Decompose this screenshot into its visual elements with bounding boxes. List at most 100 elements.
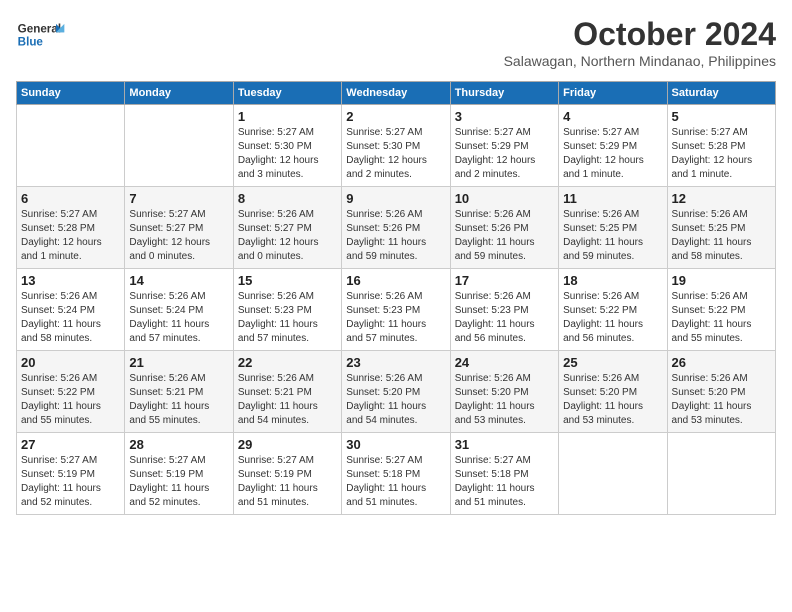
week-row-2: 13Sunrise: 5:26 AM Sunset: 5:24 PM Dayli…: [17, 269, 776, 351]
day-info: Sunrise: 5:26 AM Sunset: 5:26 PM Dayligh…: [455, 208, 554, 264]
day-number: 8: [238, 191, 337, 206]
calendar-cell: 20 Sunrise: 5:26 AM Sunset: 5:22 PM Dayli…: [17, 351, 125, 433]
day-number: 9: [346, 191, 445, 206]
day-number: 28: [129, 437, 228, 452]
calendar-cell: [17, 105, 125, 187]
weekday-header-tuesday: Tuesday: [233, 82, 341, 105]
calendar-cell: [559, 433, 667, 515]
calendar-cell: 10 Sunrise: 5:26 AM Sunset: 5:26 PM Dayli…: [450, 187, 558, 269]
week-row-0: 1 Sunrise: 5:27 AM Sunset: 5:30 PM Daylig…: [17, 105, 776, 187]
svg-text:General: General: [18, 22, 61, 35]
day-number: 12: [672, 191, 771, 206]
calendar-cell: 14 Sunrise: 5:26 AM Sunset: 5:24 PM Dayli…: [125, 269, 233, 351]
day-number: 20: [21, 355, 120, 370]
day-info: Sunrise: 5:27 AM Sunset: 5:30 PM Dayligh…: [238, 126, 337, 182]
day-info: Sunrise: 5:26 AM Sunset: 5:21 PM Dayligh…: [238, 372, 337, 428]
day-number: 6: [21, 191, 120, 206]
day-number: 22: [238, 355, 337, 370]
logo: General Blue: [16, 16, 66, 56]
weekday-header-friday: Friday: [559, 82, 667, 105]
calendar-cell: 26 Sunrise: 5:26 AM Sunset: 5:20 PM Dayli…: [667, 351, 775, 433]
day-info: Sunrise: 5:26 AM Sunset: 5:26 PM Dayligh…: [346, 208, 445, 264]
day-number: 31: [455, 437, 554, 452]
day-info: Sunrise: 5:27 AM Sunset: 5:19 PM Dayligh…: [238, 454, 337, 510]
calendar-cell: 29 Sunrise: 5:27 AM Sunset: 5:19 PM Dayli…: [233, 433, 341, 515]
day-number: 24: [455, 355, 554, 370]
day-number: 29: [238, 437, 337, 452]
calendar-cell: 5Sunrise: 5:27 AM Sunset: 5:28 PM Daylig…: [667, 105, 775, 187]
week-row-3: 20 Sunrise: 5:26 AM Sunset: 5:22 PM Dayli…: [17, 351, 776, 433]
day-number: 7: [129, 191, 228, 206]
day-info: Sunrise: 5:26 AM Sunset: 5:21 PM Dayligh…: [129, 372, 228, 428]
month-title: October 2024: [504, 16, 776, 53]
calendar-cell: 1 Sunrise: 5:27 AM Sunset: 5:30 PM Daylig…: [233, 105, 341, 187]
day-info: Sunrise: 5:26 AM Sunset: 5:20 PM Dayligh…: [563, 372, 662, 428]
weekday-header-saturday: Saturday: [667, 82, 775, 105]
day-number: 3: [455, 109, 554, 124]
title-area: October 2024 Salawagan, Northern Mindana…: [504, 16, 776, 69]
weekday-header-sunday: Sunday: [17, 82, 125, 105]
day-number: 14: [129, 273, 228, 288]
day-number: 17: [455, 273, 554, 288]
day-number: 25: [563, 355, 662, 370]
day-info: Sunrise: 5:26 AM Sunset: 5:23 PM Dayligh…: [455, 290, 554, 346]
day-number: 23: [346, 355, 445, 370]
day-number: 30: [346, 437, 445, 452]
day-info: Sunrise: 5:26 AM Sunset: 5:20 PM Dayligh…: [672, 372, 771, 428]
calendar-cell: 19Sunrise: 5:26 AM Sunset: 5:22 PM Dayli…: [667, 269, 775, 351]
calendar-cell: 12Sunrise: 5:26 AM Sunset: 5:25 PM Dayli…: [667, 187, 775, 269]
calendar-cell: 16Sunrise: 5:26 AM Sunset: 5:23 PM Dayli…: [342, 269, 450, 351]
calendar-cell: [667, 433, 775, 515]
day-number: 21: [129, 355, 228, 370]
day-number: 1: [238, 109, 337, 124]
week-row-4: 27 Sunrise: 5:27 AM Sunset: 5:19 PM Dayli…: [17, 433, 776, 515]
day-info: Sunrise: 5:27 AM Sunset: 5:28 PM Dayligh…: [672, 126, 771, 182]
logo-icon: General Blue: [16, 16, 66, 56]
day-info: Sunrise: 5:26 AM Sunset: 5:24 PM Dayligh…: [129, 290, 228, 346]
day-info: Sunrise: 5:26 AM Sunset: 5:25 PM Dayligh…: [563, 208, 662, 264]
svg-text:Blue: Blue: [18, 36, 44, 49]
day-info: Sunrise: 5:26 AM Sunset: 5:23 PM Dayligh…: [238, 290, 337, 346]
day-info: Sunrise: 5:27 AM Sunset: 5:29 PM Dayligh…: [563, 126, 662, 182]
calendar-cell: 24 Sunrise: 5:26 AM Sunset: 5:20 PM Dayli…: [450, 351, 558, 433]
day-number: 26: [672, 355, 771, 370]
day-info: Sunrise: 5:26 AM Sunset: 5:22 PM Dayligh…: [672, 290, 771, 346]
calendar-cell: 21 Sunrise: 5:26 AM Sunset: 5:21 PM Dayli…: [125, 351, 233, 433]
calendar-cell: 25 Sunrise: 5:26 AM Sunset: 5:20 PM Dayli…: [559, 351, 667, 433]
calendar-cell: 17 Sunrise: 5:26 AM Sunset: 5:23 PM Dayli…: [450, 269, 558, 351]
calendar-cell: 30 Sunrise: 5:27 AM Sunset: 5:18 PM Dayli…: [342, 433, 450, 515]
calendar-cell: 8 Sunrise: 5:26 AM Sunset: 5:27 PM Daylig…: [233, 187, 341, 269]
day-info: Sunrise: 5:27 AM Sunset: 5:19 PM Dayligh…: [21, 454, 120, 510]
day-info: Sunrise: 5:27 AM Sunset: 5:29 PM Dayligh…: [455, 126, 554, 182]
day-info: Sunrise: 5:27 AM Sunset: 5:28 PM Dayligh…: [21, 208, 120, 264]
calendar-table: SundayMondayTuesdayWednesdayThursdayFrid…: [16, 81, 776, 515]
calendar-cell: 31 Sunrise: 5:27 AM Sunset: 5:18 PM Dayli…: [450, 433, 558, 515]
day-info: Sunrise: 5:26 AM Sunset: 5:20 PM Dayligh…: [455, 372, 554, 428]
calendar-cell: 2Sunrise: 5:27 AM Sunset: 5:30 PM Daylig…: [342, 105, 450, 187]
day-info: Sunrise: 5:27 AM Sunset: 5:18 PM Dayligh…: [455, 454, 554, 510]
day-info: Sunrise: 5:27 AM Sunset: 5:18 PM Dayligh…: [346, 454, 445, 510]
week-row-1: 6 Sunrise: 5:27 AM Sunset: 5:28 PM Daylig…: [17, 187, 776, 269]
calendar-cell: 18Sunrise: 5:26 AM Sunset: 5:22 PM Dayli…: [559, 269, 667, 351]
day-info: Sunrise: 5:26 AM Sunset: 5:23 PM Dayligh…: [346, 290, 445, 346]
calendar-cell: 28 Sunrise: 5:27 AM Sunset: 5:19 PM Dayli…: [125, 433, 233, 515]
day-number: 27: [21, 437, 120, 452]
day-info: Sunrise: 5:27 AM Sunset: 5:19 PM Dayligh…: [129, 454, 228, 510]
weekday-header-row: SundayMondayTuesdayWednesdayThursdayFrid…: [17, 82, 776, 105]
day-number: 11: [563, 191, 662, 206]
day-number: 4: [563, 109, 662, 124]
day-number: 10: [455, 191, 554, 206]
day-info: Sunrise: 5:27 AM Sunset: 5:30 PM Dayligh…: [346, 126, 445, 182]
calendar-cell: 3 Sunrise: 5:27 AM Sunset: 5:29 PM Daylig…: [450, 105, 558, 187]
day-info: Sunrise: 5:26 AM Sunset: 5:22 PM Dayligh…: [21, 372, 120, 428]
weekday-header-thursday: Thursday: [450, 82, 558, 105]
day-number: 18: [563, 273, 662, 288]
location-title: Salawagan, Northern Mindanao, Philippine…: [504, 53, 776, 69]
calendar-cell: 7Sunrise: 5:27 AM Sunset: 5:27 PM Daylig…: [125, 187, 233, 269]
weekday-header-monday: Monday: [125, 82, 233, 105]
day-info: Sunrise: 5:26 AM Sunset: 5:27 PM Dayligh…: [238, 208, 337, 264]
calendar-cell: 13Sunrise: 5:26 AM Sunset: 5:24 PM Dayli…: [17, 269, 125, 351]
page-header: General Blue October 2024 Salawagan, Nor…: [16, 16, 776, 69]
calendar-cell: 22 Sunrise: 5:26 AM Sunset: 5:21 PM Dayli…: [233, 351, 341, 433]
calendar-cell: 9 Sunrise: 5:26 AM Sunset: 5:26 PM Daylig…: [342, 187, 450, 269]
